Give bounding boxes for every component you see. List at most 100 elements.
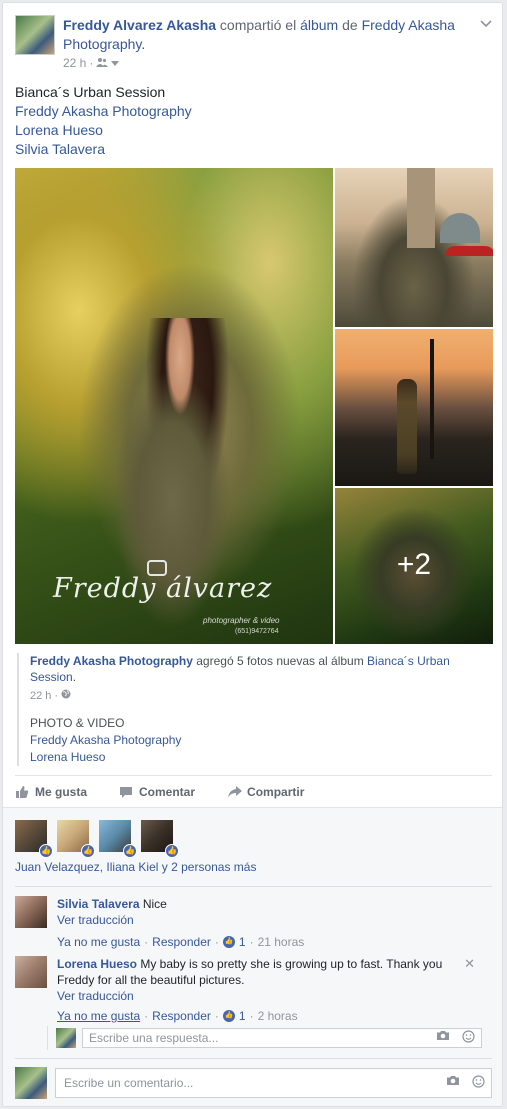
post-title: Bianca´s Urban Session [15,84,166,100]
reply-link[interactable]: Responder [152,934,211,950]
like-label: Me gusta [35,784,88,799]
audience-dropdown-icon[interactable] [111,56,120,70]
comment-placeholder: Escribe un comentario... [64,1076,194,1090]
photo-thumb-1[interactable] [335,168,493,327]
post-meta: 22 h · [63,56,120,70]
camera-icon[interactable] [436,1030,450,1046]
close-icon[interactable]: ✕ [464,956,475,972]
comment-composer: Escribe un comentario... [15,1067,492,1099]
reply-composer: Escribe una respuesta... [47,1026,482,1050]
shared-album-attachment: Freddy Akasha Photography agregó 5 fotos… [17,653,493,766]
reply-placeholder: Escribe una respuesta... [89,1031,219,1045]
comment-bubble-icon [119,785,133,799]
reply-input-icons [436,1030,475,1046]
attachment-link-page[interactable]: Freddy Akasha Photography [30,732,493,749]
commenter-avatar[interactable] [15,896,47,928]
share-label: Compartir [247,784,305,799]
like-button[interactable]: Me gusta [15,785,87,799]
author-name-link[interactable]: Freddy Alvarez Akasha [63,17,216,33]
commenter-name[interactable]: Silvia Talavera [57,897,140,911]
attachment-page-link[interactable]: Freddy Akasha Photography [30,654,193,668]
liker-avatar[interactable]: 👍 [99,820,137,858]
like-badge-icon: 👍 [165,844,179,858]
attachment-details: PHOTO & VIDEO Freddy Akasha Photography … [30,715,493,766]
header-action-text: compartió el [216,17,301,33]
attachment-link-lorena[interactable]: Lorena Hueso [30,749,493,766]
liker-avatar[interactable]: 👍 [141,820,179,858]
attachment-meta: 22 h · [30,689,493,702]
post-time[interactable]: 22 h [63,56,86,70]
camera-icon[interactable] [446,1075,460,1091]
post-text: Bianca´s Urban Session Freddy Akasha Pho… [15,83,192,159]
divider [15,1058,492,1059]
comment-input[interactable]: Escribe un comentario... [55,1068,492,1098]
like-badge-icon: 👍 [81,844,95,858]
comment-body: Lorena Hueso My baby is so pretty she is… [57,956,477,1024]
photo-palm [430,339,434,459]
photo-watermark: Freddy álvarez [53,573,273,604]
post-options-chevron-icon[interactable] [480,15,492,31]
emoji-icon[interactable] [472,1075,485,1091]
liker-avatar[interactable]: 👍 [57,820,95,858]
comment-button[interactable]: Comentar [119,785,195,799]
divider [15,886,492,887]
post-header: Freddy Alvarez Akasha compartió el álbum… [63,16,473,54]
reply-link[interactable]: Responder [152,1008,211,1024]
album-link[interactable]: álbum [300,17,338,33]
see-translation-link[interactable]: Ver traducción [57,912,477,928]
unlike-link[interactable]: Ya no me gusta [57,934,140,950]
commenter-avatar[interactable] [15,956,47,988]
comment-time[interactable]: 2 horas [258,1008,298,1024]
photo-subject-2 [397,379,417,474]
photo-thumb-3[interactable]: +2 [335,488,493,644]
commenter-name[interactable]: Lorena Hueso [57,957,137,971]
attachment-category: PHOTO & VIDEO [30,716,125,730]
comment-dot: · [214,935,219,949]
comment-label: Comentar [139,784,196,799]
attachment-summary: Freddy Akasha Photography agregó 5 fotos… [30,653,493,685]
comment-actions: Ya no me gusta · Responder · 👍 1 · 21 ho… [57,934,477,950]
liker-avatar[interactable]: 👍 [15,820,53,858]
like-badge-icon: 👍 [39,844,53,858]
photo-tower [407,168,435,248]
attachment-mid-text: agregó 5 fotos nuevas al álbum [192,654,368,668]
comment-time[interactable]: 21 horas [258,934,305,950]
like-badge-icon: 👍 [123,844,137,858]
comment-item: Silvia Talavera Nice Ver traducción Ya n… [15,896,485,950]
header-of-text: de [338,17,362,33]
photo-umbrella [445,246,493,256]
attachment-time[interactable]: 22 h [30,690,51,702]
thumbs-up-icon [15,785,29,799]
more-photos-count: +2 [396,548,432,581]
photo-thumb-2[interactable] [335,329,493,486]
emoji-icon[interactable] [462,1030,475,1046]
comment-dot: · [144,935,149,949]
globe-icon [61,689,71,702]
comment-item: Lorena Hueso My baby is so pretty she is… [15,956,485,1024]
photo-main[interactable]: Freddy álvarez photographer & video (651… [15,168,333,644]
share-arrow-icon [227,785,243,799]
friends-icon[interactable] [96,56,109,70]
unlike-link[interactable]: Ya no me gusta [57,1008,140,1024]
comment-dot: · [249,935,254,949]
comment-like-count[interactable]: 1 [239,1008,246,1024]
comment-dot: · [144,1009,149,1023]
likers-summary-link[interactable]: Juan Velazquez, Iliana Kiel y 2 personas… [15,860,256,874]
comment-text: Nice [139,897,167,911]
share-button[interactable]: Compartir [227,785,304,799]
comment-actions: Ya no me gusta · Responder · 👍 1 · 2 hor… [57,1008,477,1024]
tag-silvia-talavera[interactable]: Silvia Talavera [15,141,105,157]
see-translation-link[interactable]: Ver traducción [57,988,477,1004]
post-actions-bar: Me gusta Comentar Compartir [15,775,492,807]
tag-lorena-hueso[interactable]: Lorena Hueso [15,122,103,138]
comment-input-icons [446,1075,485,1091]
reply-input[interactable]: Escribe una respuesta... [82,1028,482,1048]
attachment-end: . [72,670,77,684]
comment-like-count[interactable]: 1 [239,934,246,950]
tag-freddy-akasha-photography[interactable]: Freddy Akasha Photography [15,103,192,119]
author-avatar[interactable] [15,15,55,55]
like-count-icon: 👍 [222,1010,235,1022]
comment-body: Silvia Talavera Nice Ver traducción Ya n… [57,896,477,950]
reply-avatar [56,1028,76,1048]
photo-watermark-sub: photographer & video [203,616,280,625]
